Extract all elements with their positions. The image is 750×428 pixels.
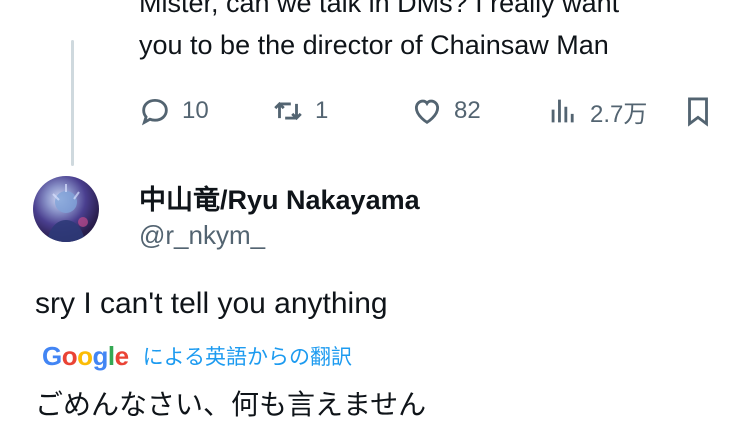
google-logo-letter: l (107, 340, 115, 371)
google-logo-letter: e (114, 340, 129, 371)
translated-text: ごめんなさい、何も言えません (35, 389, 427, 420)
translation-attribution: Google による英語からの翻訳 (42, 340, 352, 372)
previous-tweet-text-line-1: Mister, can we talk in DMs? I really wan… (139, 0, 620, 18)
translation-link[interactable]: による英語からの翻訳 (143, 341, 352, 371)
bookmark-button[interactable] (681, 86, 715, 136)
like-button[interactable]: 82 (410, 86, 481, 136)
tweet-action-bar: 10 1 82 2.7万 (138, 86, 728, 136)
avatar-image (47, 184, 88, 242)
retweet-button[interactable]: 1 (271, 86, 328, 136)
thread-connector-line (71, 40, 74, 166)
google-logo-letter: g (92, 340, 109, 371)
like-count: 82 (454, 97, 481, 124)
google-logo-letter: o (77, 340, 93, 371)
user-handle[interactable]: @r_nkym_ (139, 220, 265, 251)
reply-button[interactable]: 10 (138, 86, 209, 136)
previous-tweet-text: Mister, can we talk in DMs? I really wan… (139, 0, 739, 66)
google-logo-letter: o (61, 340, 78, 371)
previous-tweet-text-line-2: you to be the director of Chainsaw Man (139, 30, 609, 60)
reply-icon (141, 98, 168, 126)
views-icon (551, 99, 574, 123)
view-count: 2.7万 (590, 100, 648, 128)
retweet-count: 1 (315, 97, 329, 124)
google-logo: Google (42, 341, 129, 372)
bookmark-icon (688, 97, 708, 127)
retweet-icon (274, 101, 302, 121)
display-name[interactable]: 中山竜/Ryu Nakayama (139, 178, 420, 217)
heart-icon (414, 99, 440, 124)
views-button[interactable]: 2.7万 (546, 86, 647, 136)
reply-count: 10 (182, 97, 209, 124)
tweet-text: sry I can't tell you anything (35, 287, 388, 320)
avatar[interactable] (33, 176, 99, 242)
google-logo-letter: G (42, 340, 62, 371)
